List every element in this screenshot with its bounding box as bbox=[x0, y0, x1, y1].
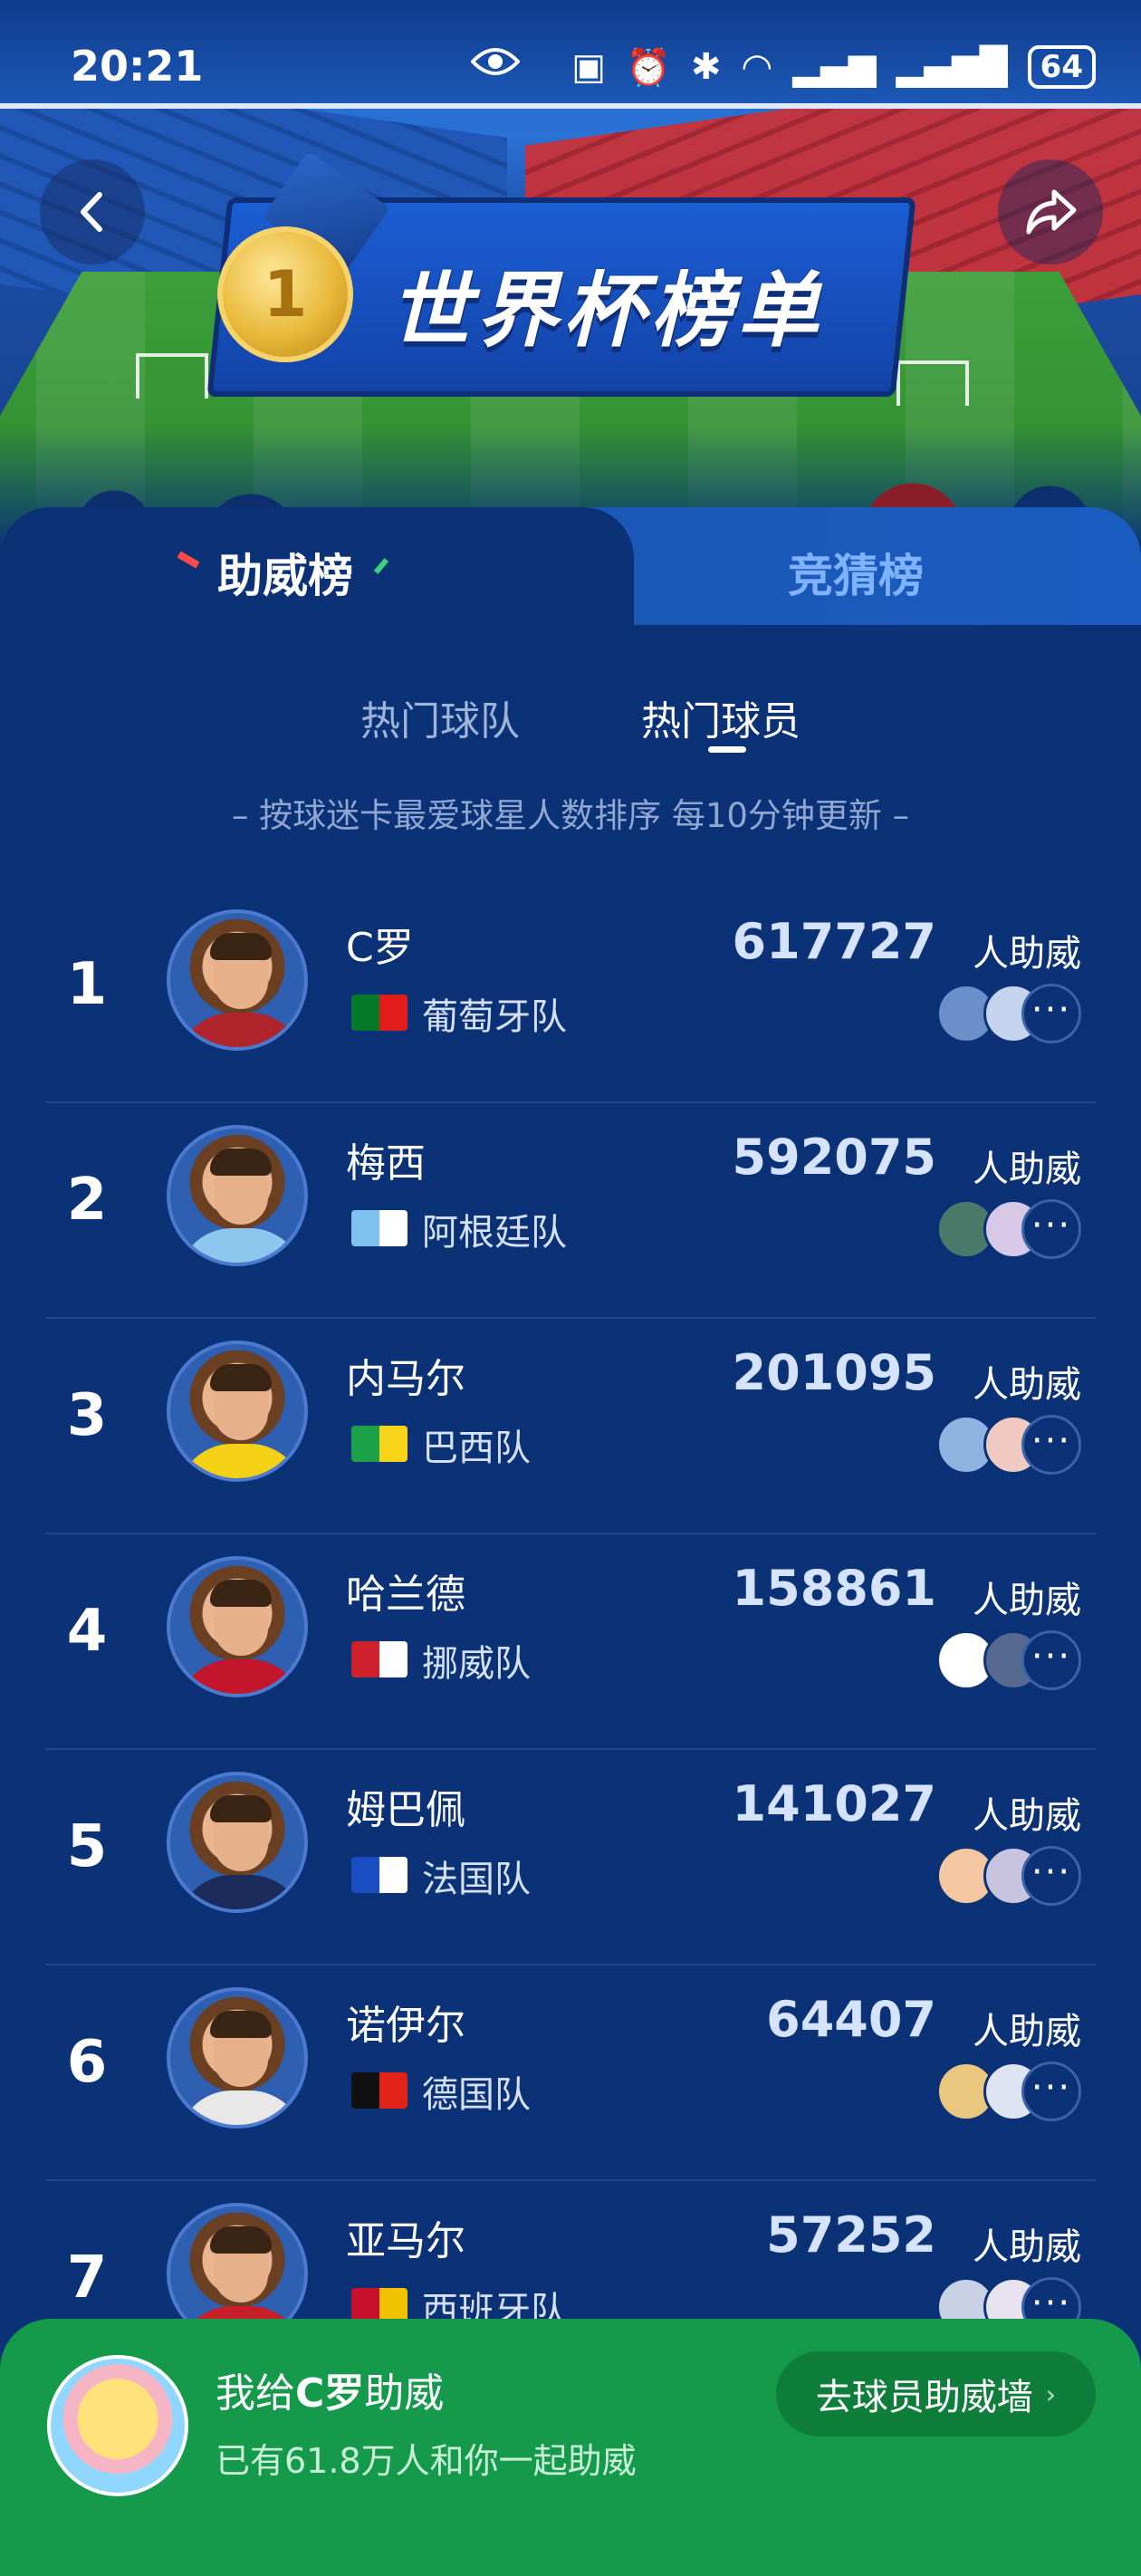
player-avatar[interactable] bbox=[167, 1125, 308, 1266]
player-name: 诺伊尔 bbox=[346, 2003, 465, 2049]
tab-guess-label[interactable]: 竞猜榜 bbox=[788, 540, 924, 605]
player-row[interactable]: 2 梅西 阿根廷队 592075 人助威 ··· bbox=[0, 1103, 1141, 1319]
cheer-count-text: 已有61.8万人和你一起助威 bbox=[216, 2441, 637, 2481]
team-name: 德国队 bbox=[422, 2074, 531, 2116]
player-avatar[interactable] bbox=[167, 1772, 308, 1913]
page-title: 世界杯榜单 bbox=[389, 264, 824, 359]
bluetooth-icon: ✱ bbox=[690, 46, 722, 88]
signal-icon-2: ▂▄▆█ bbox=[896, 46, 1008, 88]
more-fans-icon[interactable]: ··· bbox=[1021, 1846, 1081, 1906]
gold-medal-icon: 1 bbox=[217, 226, 353, 362]
cheer-count: 617727 bbox=[732, 913, 936, 970]
rank-number: 2 bbox=[66, 1167, 108, 1234]
team-flag-icon bbox=[351, 1210, 408, 1246]
team-name: 挪威队 bbox=[422, 1643, 531, 1685]
team-name: 巴西队 bbox=[422, 1427, 531, 1469]
cheer-bottom-bar: 我给C罗助威 已有61.8万人和你一起助威 去球员助威墙 › bbox=[0, 2319, 1141, 2576]
subtabs: 热门球队 热门球员 bbox=[0, 688, 1141, 761]
chevron-right-icon: › bbox=[1045, 2379, 1056, 2409]
fan-avatars[interactable]: ··· bbox=[909, 1415, 1081, 1476]
rank-number: 4 bbox=[66, 1598, 108, 1665]
player-name: 亚马尔 bbox=[346, 2218, 465, 2264]
player-row[interactable]: 4 哈兰德 挪威队 158861 人助威 ··· bbox=[0, 1534, 1141, 1750]
signal-icon: ▂▄▆ bbox=[792, 46, 877, 88]
player-name: 内马尔 bbox=[346, 1356, 465, 1402]
player-row[interactable]: 6 诺伊尔 德国队 64407 人助威 ··· bbox=[0, 1966, 1141, 2181]
player-name: C罗 bbox=[346, 925, 414, 971]
team-flag-icon bbox=[351, 995, 408, 1031]
cheer-count-unit: 人助威 bbox=[973, 2226, 1081, 2268]
user-avatar[interactable] bbox=[47, 2355, 188, 2496]
share-icon bbox=[1026, 189, 1077, 235]
ranking-content: 热门球队 热门球员 – 按球迷卡最爱球星人数排序 每10分钟更新 – 1 C罗 … bbox=[0, 625, 1141, 2576]
cheer-count: 201095 bbox=[732, 1344, 936, 1401]
rank-number: 5 bbox=[66, 1813, 108, 1880]
rank-number: 6 bbox=[66, 2029, 108, 2096]
fan-avatars[interactable]: ··· bbox=[909, 984, 1081, 1045]
ranking-tabs: 助威榜 竞猜榜 bbox=[0, 507, 1141, 625]
subtab-hot-players[interactable]: 热门球员 bbox=[641, 688, 801, 746]
more-fans-icon[interactable]: ··· bbox=[1021, 984, 1081, 1043]
cheer-count-unit: 人助威 bbox=[973, 1580, 1081, 1621]
player-avatar[interactable] bbox=[167, 1987, 308, 2129]
cheer-count-unit: 人助威 bbox=[973, 2011, 1081, 2052]
more-fans-icon[interactable]: ··· bbox=[1021, 1415, 1081, 1475]
team-flag-icon bbox=[351, 1857, 408, 1893]
cheer-count: 158861 bbox=[732, 1560, 936, 1617]
team-flag-icon bbox=[351, 1426, 408, 1462]
subtab-active-indicator bbox=[708, 746, 746, 753]
tab-cheer-label[interactable]: 助威榜 bbox=[217, 540, 353, 605]
cheer-message: 我给C罗助威 bbox=[216, 2370, 445, 2417]
ranking-description: – 按球迷卡最爱球星人数排序 每10分钟更新 – bbox=[231, 796, 910, 835]
rank-number: 7 bbox=[66, 2244, 108, 2312]
nfc-icon: ▣ bbox=[571, 46, 607, 88]
player-avatar[interactable] bbox=[167, 909, 308, 1051]
team-flag-icon bbox=[351, 1641, 408, 1677]
cheer-count: 141027 bbox=[732, 1775, 936, 1832]
team-name: 阿根廷队 bbox=[422, 1212, 567, 1254]
cheer-count: 57252 bbox=[766, 2206, 936, 2264]
cheer-count-unit: 人助威 bbox=[973, 1795, 1081, 1837]
player-name: 梅西 bbox=[346, 1140, 426, 1187]
subtab-hot-teams[interactable]: 热门球队 bbox=[360, 688, 520, 746]
player-row[interactable]: 3 内马尔 巴西队 201095 人助威 ··· bbox=[0, 1319, 1141, 1534]
more-fans-icon[interactable]: ··· bbox=[1021, 1630, 1081, 1690]
rank-number: 1 bbox=[66, 951, 108, 1018]
share-button[interactable] bbox=[998, 159, 1103, 264]
player-avatar[interactable] bbox=[167, 1556, 308, 1697]
eye-icon bbox=[470, 43, 521, 90]
more-fans-icon[interactable]: ··· bbox=[1021, 1199, 1081, 1259]
alarm-icon: ⏰ bbox=[626, 46, 671, 89]
player-name: 哈兰德 bbox=[346, 1572, 465, 1618]
fan-avatars[interactable]: ··· bbox=[909, 1630, 1081, 1692]
wall-button-label: 去球员助威墙 bbox=[815, 2377, 1033, 2418]
player-row[interactable]: 1 C罗 葡萄牙队 617727 人助威 ··· bbox=[0, 888, 1141, 1103]
rank-number: 3 bbox=[66, 1382, 108, 1449]
status-bar: 20:21 ▣ ⏰ ✱ ◠ ▂▄▆ ▂▄▆█ 64 bbox=[0, 0, 1141, 136]
cheer-count: 64407 bbox=[766, 1991, 936, 2048]
cheer-count-unit: 人助威 bbox=[973, 1149, 1081, 1190]
team-name: 法国队 bbox=[422, 1859, 531, 1900]
cheer-count-unit: 人助威 bbox=[973, 1364, 1081, 1406]
more-fans-icon[interactable]: ··· bbox=[1021, 2062, 1081, 2121]
fan-avatars[interactable]: ··· bbox=[909, 2062, 1081, 2123]
battery-icon: 64 bbox=[1027, 45, 1096, 89]
player-name: 姆巴佩 bbox=[346, 1787, 465, 1833]
status-icons: ▣ ⏰ ✱ ◠ ▂▄▆ ▂▄▆█ 64 bbox=[571, 45, 1096, 89]
player-list: 1 C罗 葡萄牙队 617727 人助威 ··· 2 梅西 阿根廷队 59207… bbox=[0, 888, 1141, 2397]
fan-avatars[interactable]: ··· bbox=[909, 1846, 1081, 1908]
player-row[interactable]: 5 姆巴佩 法国队 141027 人助威 ··· bbox=[0, 1750, 1141, 1966]
cheer-count: 592075 bbox=[732, 1129, 936, 1186]
cheer-count-unit: 人助威 bbox=[973, 933, 1081, 975]
world-cup-ranking-page: 20:21 ▣ ⏰ ✱ ◠ ▂▄▆ ▂▄▆█ 64 1 世界杯榜单 助威榜 竞猜… bbox=[0, 0, 1141, 2576]
status-time: 20:21 bbox=[71, 42, 204, 91]
back-button[interactable] bbox=[40, 159, 145, 264]
team-flag-icon bbox=[351, 2072, 408, 2109]
player-avatar[interactable] bbox=[167, 1341, 308, 1482]
player-cheer-wall-button[interactable]: 去球员助威墙 › bbox=[775, 2351, 1096, 2437]
fan-avatars[interactable]: ··· bbox=[909, 1199, 1081, 1261]
chevron-left-icon bbox=[81, 192, 102, 232]
team-name: 葡萄牙队 bbox=[422, 996, 567, 1038]
wifi-icon: ◠ bbox=[741, 46, 773, 88]
